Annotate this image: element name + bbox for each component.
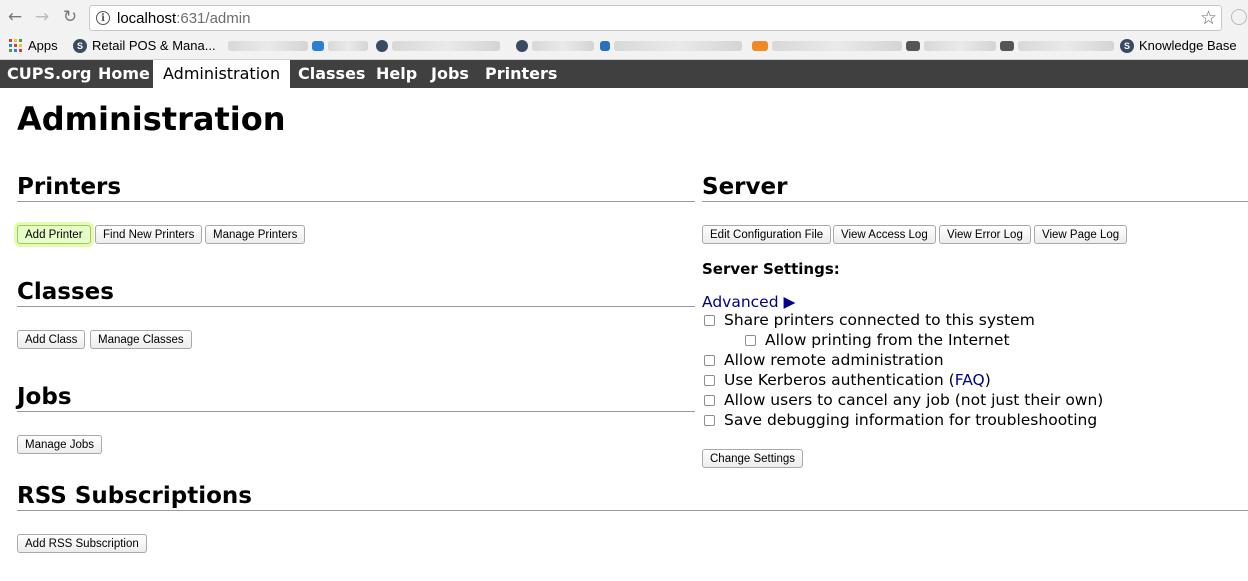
browser-chrome: ← → ↻ i localhost:631/admin ☆ Apps S Ret… xyxy=(0,0,1248,60)
blurred-bookmark xyxy=(614,41,742,51)
jobs-divider xyxy=(17,411,695,412)
blurred-bookmark xyxy=(228,41,308,51)
bookmarks-bar: Apps S Retail POS & Mana... S Knowledge … xyxy=(0,35,1248,57)
share-printers-option[interactable]: Share printers connected to this system xyxy=(704,311,1035,329)
cancel-any-job-checkbox[interactable] xyxy=(704,394,715,406)
url-text[interactable]: localhost:631/admin xyxy=(117,10,250,27)
blurred-bookmark xyxy=(1018,41,1114,51)
rss-heading: RSS Subscriptions xyxy=(17,483,252,509)
bookmark-kb-label: Knowledge Base xyxy=(1139,38,1237,53)
nav-cups-org[interactable]: CUPS.org xyxy=(7,60,91,88)
rss-divider xyxy=(17,510,1248,511)
blurred-bookmark xyxy=(1000,41,1014,51)
apps-grid-icon xyxy=(9,39,22,52)
forward-arrow-icon[interactable]: → xyxy=(31,6,53,28)
nav-help[interactable]: Help xyxy=(376,60,417,88)
kerberos-checkbox[interactable] xyxy=(704,374,715,386)
blurred-bookmark xyxy=(392,41,500,51)
server-heading: Server xyxy=(702,174,788,200)
address-bar[interactable]: i localhost:631/admin ☆ xyxy=(89,5,1222,31)
server-settings-heading: Server Settings: xyxy=(702,260,840,278)
kerberos-option[interactable]: Use Kerberos authentication (FAQ) xyxy=(704,371,991,389)
faq-link[interactable]: FAQ xyxy=(955,371,985,389)
server-divider xyxy=(702,201,1248,202)
allow-internet-checkbox[interactable] xyxy=(745,334,756,346)
blurred-bookmark xyxy=(600,41,610,51)
bookmark-retail-label: Retail POS & Mana... xyxy=(92,38,216,53)
nav-administration[interactable]: Administration xyxy=(153,60,291,88)
url-host: localhost xyxy=(117,9,177,27)
debug-logging-checkbox[interactable] xyxy=(704,414,715,426)
blurred-bookmark xyxy=(312,41,324,51)
add-rss-subscription-button[interactable]: Add RSS Subscription xyxy=(17,534,147,553)
reload-icon[interactable]: ↻ xyxy=(59,6,81,28)
change-settings-button[interactable]: Change Settings xyxy=(702,449,804,468)
cups-navbar: CUPS.org Home Administration Classes Hel… xyxy=(0,60,1248,88)
bookmark-retail[interactable]: S Retail POS & Mana... xyxy=(73,38,216,53)
blurred-bookmark xyxy=(532,41,594,51)
classes-divider xyxy=(17,306,695,307)
cancel-any-job-label: Allow users to cancel any job (not just … xyxy=(724,391,1104,409)
kerberos-label-text: Use Kerberos authentication ( xyxy=(724,371,955,389)
view-error-log-button[interactable]: View Error Log xyxy=(939,225,1031,244)
blurred-bookmark xyxy=(906,41,920,51)
nav-home[interactable]: Home xyxy=(98,60,150,88)
debug-logging-option[interactable]: Save debugging information for troublesh… xyxy=(704,411,1097,429)
page-title: Administration xyxy=(17,100,286,138)
site-favicon-icon: S xyxy=(73,38,87,53)
jobs-heading: Jobs xyxy=(17,384,72,410)
add-class-button[interactable]: Add Class xyxy=(17,330,86,349)
kerberos-label: Use Kerberos authentication (FAQ) xyxy=(724,371,991,389)
url-path: :631/admin xyxy=(176,9,251,27)
back-arrow-icon[interactable]: ← xyxy=(4,6,26,28)
classes-heading: Classes xyxy=(17,279,114,305)
share-printers-label: Share printers connected to this system xyxy=(724,311,1035,329)
blurred-bookmark xyxy=(516,40,528,52)
blurred-bookmark xyxy=(376,40,388,52)
remote-admin-label: Allow remote administration xyxy=(724,351,944,369)
blurred-bookmark xyxy=(752,41,768,51)
view-page-log-button[interactable]: View Page Log xyxy=(1034,225,1128,244)
bookmark-star-icon[interactable]: ☆ xyxy=(1200,7,1217,29)
printers-heading: Printers xyxy=(17,174,122,200)
extension-icon[interactable] xyxy=(1231,9,1247,25)
edit-configuration-file-button[interactable]: Edit Configuration File xyxy=(702,225,832,244)
site-favicon-icon: S xyxy=(1120,38,1134,53)
remote-admin-checkbox[interactable] xyxy=(704,354,715,366)
bookmark-apps-label: Apps xyxy=(28,38,58,53)
manage-printers-button[interactable]: Manage Printers xyxy=(205,225,306,244)
nav-printers[interactable]: Printers xyxy=(485,60,557,88)
printers-divider xyxy=(17,201,695,202)
blurred-bookmark xyxy=(924,41,996,51)
view-access-log-button[interactable]: View Access Log xyxy=(833,225,936,244)
kerberos-label-close: ) xyxy=(984,371,991,389)
nav-classes[interactable]: Classes xyxy=(298,60,365,88)
debug-logging-label: Save debugging information for troublesh… xyxy=(724,411,1098,429)
nav-jobs[interactable]: Jobs xyxy=(431,60,469,88)
blurred-bookmark xyxy=(772,41,902,51)
cancel-any-job-option[interactable]: Allow users to cancel any job (not just … xyxy=(704,391,1103,409)
remote-admin-option[interactable]: Allow remote administration xyxy=(704,351,944,369)
share-printers-checkbox[interactable] xyxy=(704,314,715,326)
blurred-bookmark xyxy=(328,41,368,51)
allow-internet-option[interactable]: Allow printing from the Internet xyxy=(745,331,1010,349)
bookmark-apps[interactable]: Apps xyxy=(9,38,58,53)
add-printer-button[interactable]: Add Printer xyxy=(17,225,91,244)
manage-classes-button[interactable]: Manage Classes xyxy=(90,330,192,349)
bookmark-knowledge-base[interactable]: S Knowledge Base xyxy=(1120,38,1237,53)
manage-jobs-button[interactable]: Manage Jobs xyxy=(17,435,103,454)
find-new-printers-button[interactable]: Find New Printers xyxy=(95,225,203,244)
advanced-toggle-link[interactable]: Advanced ▶ xyxy=(702,293,795,311)
info-icon[interactable]: i xyxy=(96,11,110,25)
allow-internet-label: Allow printing from the Internet xyxy=(765,331,1010,349)
